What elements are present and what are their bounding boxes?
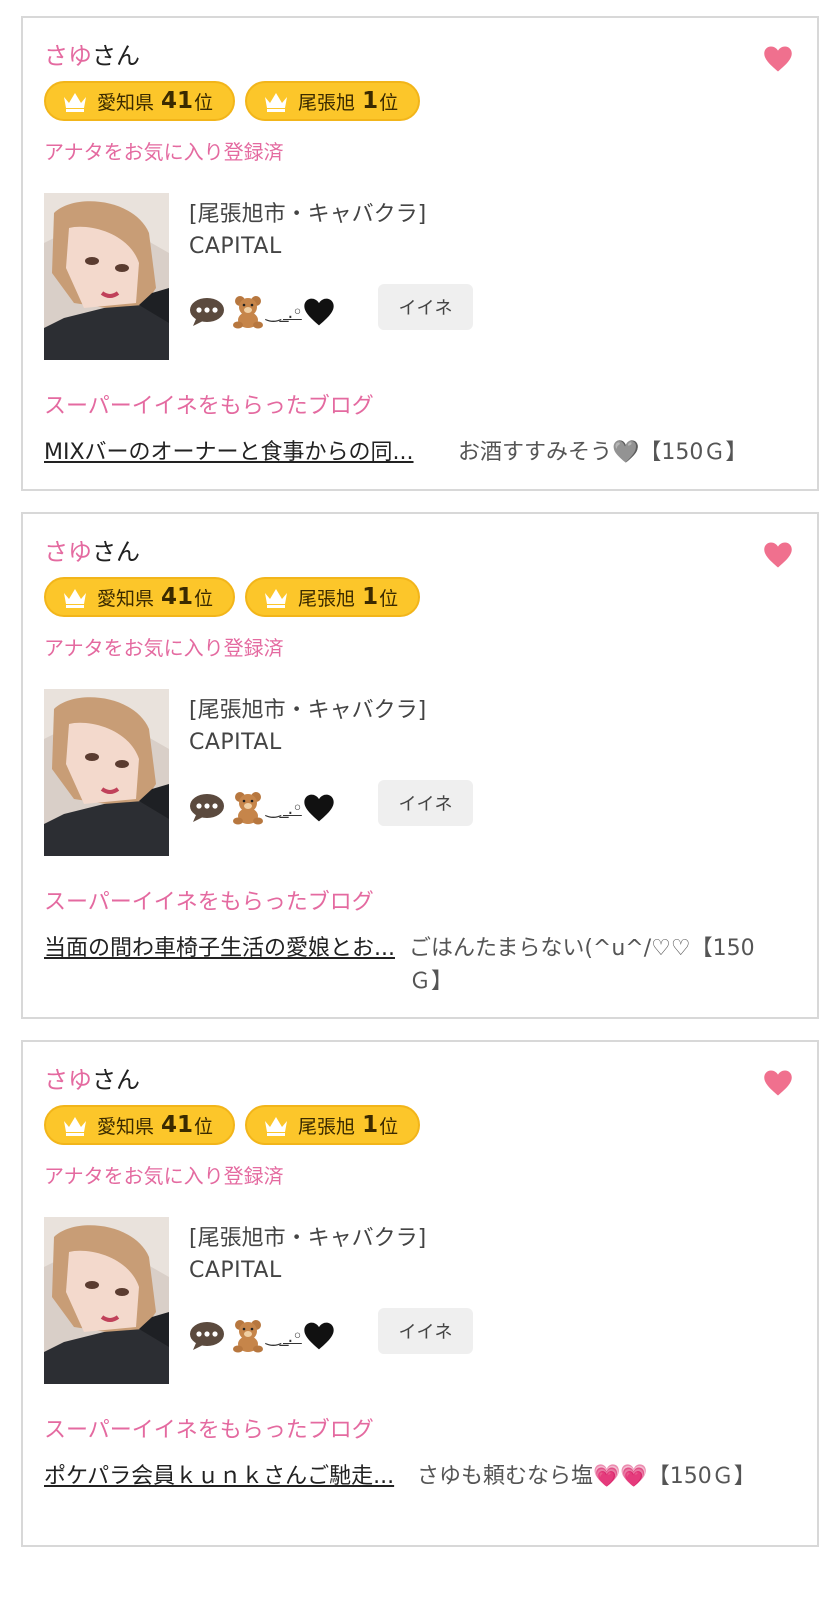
black-heart-icon [304,1322,334,1350]
rank-number: 41 [161,88,194,114]
shop-name[interactable]: CAPITAL [189,234,282,259]
rank-unit: 位 [379,91,399,114]
iine-button[interactable]: イイネ [378,780,473,826]
rank-label: 愛知県 [97,1115,155,1138]
blog-heading: スーパーイイネをもらったブログ [44,394,374,419]
rank-number: 1 [362,584,379,610]
crown-icon [64,93,86,112]
teddy-bear-icon [233,792,263,825]
crown-icon [64,1117,86,1136]
rank-number: 41 [161,1112,194,1138]
rank-label: 愛知県 [97,91,155,114]
shop-area: [尾張旭市・キャバクラ] [189,202,427,227]
rank-label: 愛知県 [97,587,155,610]
name-text[interactable]: さゆ [44,538,92,566]
girl-card: さゆさん 愛知県 41 位 尾張旭 1 位 アナタをお気に入り登録済 [尾張旭市・キャバ… [21,1040,819,1547]
blog-heading: スーパーイイネをもらったブログ [44,890,374,915]
girl-card: さゆさん 愛知県 41 位 尾張旭 1 位 アナタをお気に入り登録済 [尾張旭市・キャバ… [21,16,819,491]
speech-bubble-icon [190,298,224,326]
status-text: ‿_.◦ [266,797,303,819]
teddy-bear-icon [233,296,263,329]
favorite-heart-icon[interactable] [763,44,793,74]
crown-icon [265,1117,288,1136]
rank-badge-city[interactable]: 尾張旭 1 位 [245,1105,421,1145]
rank-unit: 位 [379,1115,399,1138]
blog-title-link[interactable]: 当面の間わ車椅子生活の愛娘とお... [44,932,399,965]
black-heart-icon [304,298,334,326]
shop-area: [尾張旭市・キャバクラ] [189,1226,427,1251]
girl-name[interactable]: さゆさん [44,1062,140,1098]
blog-heading: スーパーイイネをもらったブログ [44,1418,374,1443]
iine-button[interactable]: イイネ [378,1308,473,1354]
favorite-status-text: アナタをお気に入り登録済 [44,140,284,164]
blog-comment: ごはんたまらない(^u^/♡♡【150Ｇ】 [409,936,755,994]
black-heart-icon [304,794,334,822]
status-text: ‿_.◦ [266,1325,303,1347]
speech-bubble-icon [190,1322,224,1350]
profile-photo[interactable] [44,1217,169,1384]
rank-number: 1 [362,88,379,114]
ranking-badges: 愛知県 41 位 尾張旭 1 位 [44,577,421,617]
favorite-status-text: アナタをお気に入り登録済 [44,1164,284,1188]
rank-unit: 位 [194,587,214,610]
teddy-bear-icon [233,1320,263,1353]
profile-photo[interactable] [44,193,169,360]
name-text[interactable]: さゆ [44,42,92,70]
rank-label: 尾張旭 [298,587,356,610]
speech-bubble-icon [190,794,224,822]
rank-unit: 位 [194,1115,214,1138]
status-message: ‿_.◦ [189,295,335,329]
rank-label: 尾張旭 [298,1115,356,1138]
name-text[interactable]: さゆ [44,1066,92,1094]
status-text: ‿_.◦ [266,301,303,323]
shop-name[interactable]: CAPITAL [189,1258,282,1283]
iine-button[interactable]: イイネ [378,284,473,330]
favorite-status-text: アナタをお気に入り登録済 [44,636,284,660]
blog-comment: さゆも頼むなら塩💗💗【150Ｇ】 [417,1464,756,1489]
rank-unit: 位 [194,91,214,114]
blog-title-link[interactable]: MIXバーのオーナーと食事からの同... [44,436,459,469]
profile-photo[interactable] [44,689,169,856]
rank-badge-prefecture[interactable]: 愛知県 41 位 [44,1105,236,1145]
rank-badge-prefecture[interactable]: 愛知県 41 位 [44,81,236,121]
status-message: ‿_.◦ [189,1319,335,1353]
rank-number: 1 [362,1112,379,1138]
crown-icon [265,589,288,608]
blog-title-link[interactable]: ポケパラ会員ｋｕｎｋさんご馳走... [44,1460,399,1493]
rank-badge-city[interactable]: 尾張旭 1 位 [245,577,421,617]
blog-comment: お酒すすみそう🩶【150Ｇ】 [458,440,748,465]
status-message: ‿_.◦ [189,791,335,825]
rank-badge-city[interactable]: 尾張旭 1 位 [245,81,421,121]
crown-icon [64,589,86,608]
rank-number: 41 [161,584,194,610]
name-suffix: さん [92,1066,140,1094]
shop-name[interactable]: CAPITAL [189,730,282,755]
ranking-badges: 愛知県 41 位 尾張旭 1 位 [44,1105,421,1145]
crown-icon [265,93,288,112]
rank-badge-prefecture[interactable]: 愛知県 41 位 [44,577,236,617]
favorite-heart-icon[interactable] [763,1068,793,1098]
rank-label: 尾張旭 [298,91,356,114]
girl-card: さゆさん 愛知県 41 位 尾張旭 1 位 アナタをお気に入り登録済 [尾張旭市・キャバ… [21,512,819,1019]
favorite-heart-icon[interactable] [763,540,793,570]
ranking-badges: 愛知県 41 位 尾張旭 1 位 [44,81,421,121]
name-suffix: さん [92,538,140,566]
shop-area: [尾張旭市・キャバクラ] [189,698,427,723]
name-suffix: さん [92,42,140,70]
girl-name[interactable]: さゆさん [44,534,140,570]
girl-name[interactable]: さゆさん [44,38,140,74]
rank-unit: 位 [379,587,399,610]
